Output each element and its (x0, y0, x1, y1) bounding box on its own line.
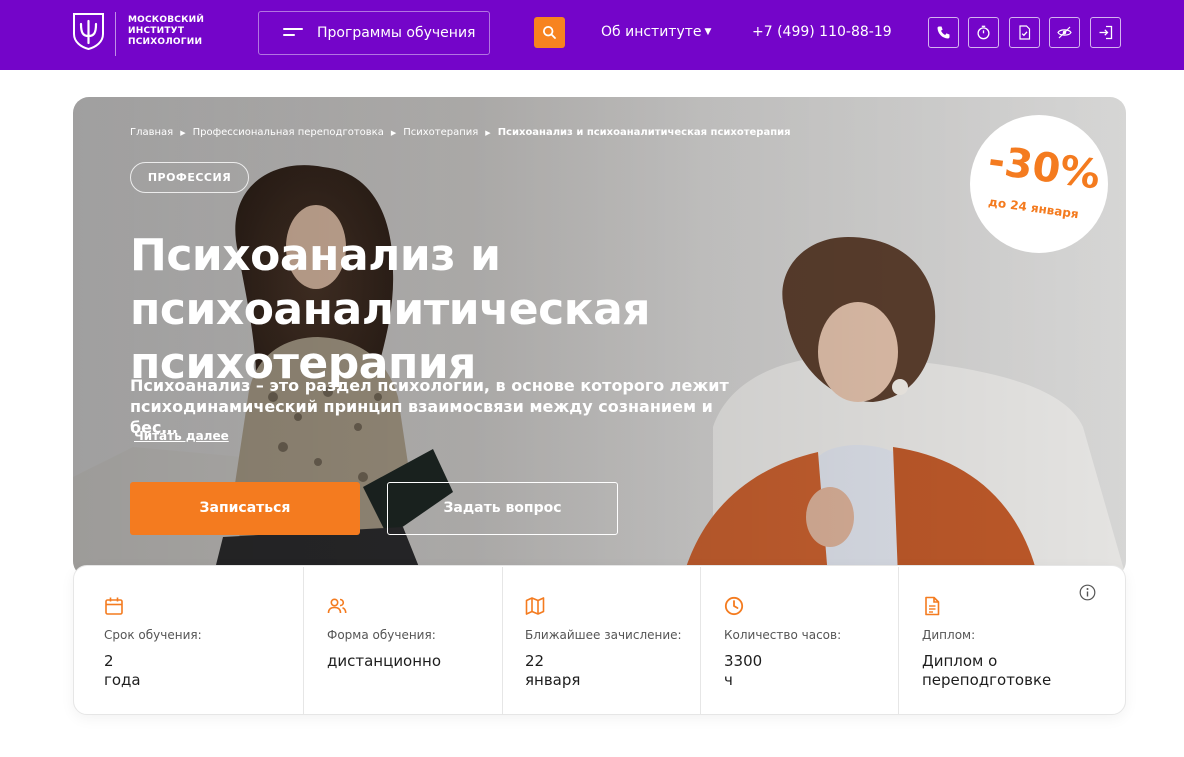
map-icon (525, 597, 545, 615)
breadcrumb-current: Психоанализ и психоаналитическая психоте… (497, 127, 791, 138)
login-button[interactable] (1090, 17, 1121, 48)
timer-button[interactable] (968, 17, 999, 48)
programs-menu-label: Программы обучения (317, 25, 476, 41)
info-label: Диплом: (922, 628, 976, 642)
info-divider (898, 567, 899, 714)
users-icon (327, 598, 347, 614)
breadcrumb-link-home[interactable]: Главная (130, 127, 173, 138)
discount-deadline: до 24 января (987, 194, 1080, 222)
info-value: 2 года (104, 652, 141, 689)
read-more-link[interactable]: Читать далее (134, 429, 229, 443)
profession-tag: ПРОФЕССИЯ (130, 162, 249, 193)
call-button[interactable] (928, 17, 959, 48)
program-info-card: Срок обучения: 2 года Форма обучения: ди… (73, 565, 1126, 715)
logo-text: МОСКОВСКИЙ ИНСТИТУТ ПСИХОЛОГИИ (128, 15, 224, 48)
logo-line: ПСИХОЛОГИИ (128, 37, 203, 47)
logo-divider (115, 12, 116, 56)
info-divider (502, 567, 503, 714)
breadcrumb-separator-icon: ▶ (485, 128, 491, 137)
breadcrumb: Главная ▶ Профессиональная переподготовк… (130, 127, 791, 138)
psi-logo-icon (73, 13, 104, 50)
breadcrumb-link-retraining[interactable]: Профессиональная переподготовка (193, 127, 384, 138)
phone-number-link[interactable]: +7 (499) 110-88-19 (752, 24, 892, 40)
info-divider (303, 567, 304, 714)
phone-icon (937, 26, 950, 39)
page-title: Психоанализ и психоаналитическая психоте… (130, 229, 1030, 391)
info-label: Ближайшее зачисление: (525, 628, 682, 642)
info-label: Количество часов: (724, 628, 842, 642)
hero-banner: Главная ▶ Профессиональная переподготовк… (73, 97, 1126, 577)
logo-line: МОСКОВСКИЙ (128, 15, 205, 25)
menu-icon (283, 28, 303, 40)
page-title-line: Психоанализ и психоаналитическая (130, 230, 651, 335)
login-icon (1099, 25, 1113, 40)
institute-logo[interactable]: МОСКОВСКИЙ ИНСТИТУТ ПСИХОЛОГИИ (72, 12, 222, 56)
caret-down-icon: ▼ (704, 27, 712, 37)
discount-value: -30% (985, 137, 1103, 199)
logo-line: ИНСТИТУТ (128, 26, 185, 36)
accessibility-button[interactable] (1049, 17, 1080, 48)
breadcrumb-link-psychotherapy[interactable]: Психотерапия (403, 127, 478, 138)
programs-menu-button[interactable]: Программы обучения (258, 11, 490, 55)
description-line: Психоанализ – это раздел психологии, в о… (130, 376, 729, 395)
about-menu-label: Об институте (601, 24, 702, 40)
info-value: 3300 ч (724, 652, 763, 689)
info-value-line: Диплом о (922, 652, 998, 670)
info-value: Диплом о переподготовке (922, 652, 1092, 690)
ask-question-button[interactable]: Задать вопрос (387, 482, 618, 535)
document-icon (925, 596, 940, 616)
enroll-button[interactable]: Записаться (130, 482, 360, 535)
clock-icon (724, 596, 744, 616)
documents-button[interactable] (1009, 17, 1040, 48)
info-value-line: переподготовке (922, 671, 1052, 689)
timer-icon (977, 25, 990, 40)
info-label: Форма обучения: (327, 628, 436, 642)
accessibility-eye-icon (1057, 26, 1072, 39)
search-icon (542, 25, 556, 39)
about-menu[interactable]: Об институте ▼ (601, 24, 711, 40)
info-divider (700, 567, 701, 714)
breadcrumb-separator-icon: ▶ (390, 128, 397, 137)
info-icon[interactable] (1079, 584, 1096, 601)
info-label: Срок обучения: (104, 628, 202, 642)
breadcrumb-separator-icon: ▶ (180, 128, 186, 137)
info-value: дистанционно (327, 652, 442, 670)
search-button[interactable] (534, 17, 565, 48)
info-value: 22 января (525, 652, 581, 689)
document-check-icon (1019, 25, 1031, 40)
discount-badge: -30% до 24 января (970, 115, 1108, 253)
calendar-icon (105, 597, 123, 615)
top-navigation-bar: МОСКОВСКИЙ ИНСТИТУТ ПСИХОЛОГИИ Программы… (0, 0, 1184, 70)
